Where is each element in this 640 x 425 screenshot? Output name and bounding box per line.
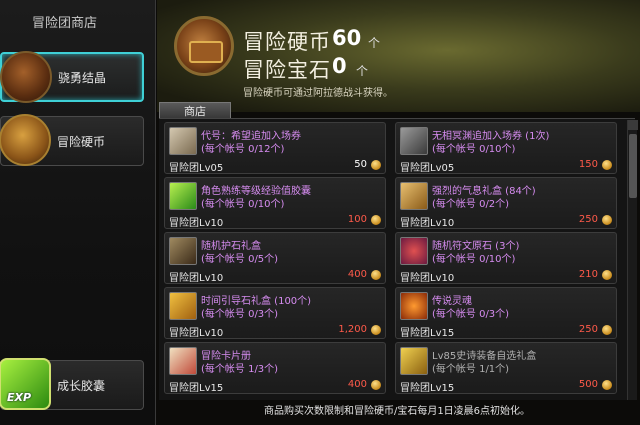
shop-item[interactable]: Lv85史诗装备自选礼盒 (每个帐号 1/1个) 冒险团Lv15 500 <box>395 342 617 394</box>
scroll-thumb[interactable] <box>629 134 637 198</box>
item-limit: (每个帐号 1/1个) <box>432 364 510 375</box>
sidebar-item-growth-capsule[interactable]: EXP 成长胶囊 <box>0 358 144 410</box>
item-price: 50 <box>354 159 367 170</box>
currency-label-coin: 冒险硬币 <box>243 30 331 54</box>
item-requirement: 冒险团Lv05 <box>400 163 455 174</box>
shop-item[interactable]: 角色熟练等级经验值胶囊 (每个帐号 0/10个) 冒险团Lv10 100 <box>164 177 386 229</box>
item-requirement: 冒险团Lv10 <box>169 218 224 229</box>
currency-label-gem: 冒险宝石 <box>243 58 331 82</box>
currency-value-coin: 60 <box>332 26 362 50</box>
sidebar-item-label: 骁勇结晶 <box>58 70 107 85</box>
shop-item[interactable]: 冒险卡片册 (每个帐号 1/3个) 冒险团Lv15 400 <box>164 342 386 394</box>
card-album-icon <box>169 347 197 375</box>
ticket-icon <box>400 127 428 155</box>
item-price: 500 <box>578 379 598 390</box>
coin-chest-icon <box>0 114 51 166</box>
crystal-icon <box>0 51 52 103</box>
currency-unit: 个 <box>356 64 369 78</box>
item-limit: (每个帐号 0/10个) <box>432 254 516 265</box>
gift-box-icon <box>400 182 428 210</box>
coin-icon <box>602 160 612 170</box>
item-limit: (每个帐号 0/12个) <box>201 144 285 155</box>
item-limit: (每个帐号 1/3个) <box>201 364 279 375</box>
item-requirement: 冒险团Lv10 <box>169 328 224 339</box>
scroll-up-arrow-icon[interactable] <box>628 120 638 130</box>
item-price: 250 <box>578 324 598 335</box>
guide-stone-icon <box>169 292 197 320</box>
item-price: 1,200 <box>338 324 367 335</box>
item-price: 100 <box>347 214 367 225</box>
coin-icon <box>371 270 381 280</box>
soul-icon <box>400 292 428 320</box>
item-limit: (每个帐号 0/2个) <box>432 199 510 210</box>
exp-capsule-icon <box>169 182 197 210</box>
item-limit: (每个帐号 0/5个) <box>201 254 279 265</box>
sidebar-item-label: 冒险硬币 <box>57 134 106 149</box>
sidebar-item-adventure-coin[interactable]: 冒险硬币 <box>0 114 144 166</box>
item-price: 400 <box>347 269 367 280</box>
coin-icon <box>602 380 612 390</box>
item-price: 250 <box>578 214 598 225</box>
currency-unit: 个 <box>368 36 381 50</box>
treasure-chest-icon <box>174 16 234 76</box>
item-requirement: 冒险团Lv15 <box>400 328 455 339</box>
coin-icon <box>602 325 612 335</box>
exp-badge: EXP <box>7 391 32 404</box>
currency-note: 冒险硬币可通过阿拉德战斗获得。 <box>243 88 393 99</box>
item-requirement: 冒险团Lv15 <box>169 383 224 394</box>
shop-item[interactable]: 传说灵魂 (每个帐号 0/3个) 冒险团Lv15 250 <box>395 287 617 339</box>
currency-value-gem: 0 <box>332 54 347 78</box>
shop-item[interactable]: 随机符文原石 (3个) (每个帐号 0/10个) 冒险团Lv10 210 <box>395 232 617 284</box>
item-limit: (每个帐号 0/3个) <box>432 309 510 320</box>
coin-icon <box>602 270 612 280</box>
scrollbar[interactable] <box>627 120 638 400</box>
coin-icon <box>371 325 381 335</box>
item-limit: (每个帐号 0/10个) <box>201 199 285 210</box>
item-requirement: 冒险团Lv10 <box>400 218 455 229</box>
sidebar: 冒险团商店 骁勇结晶 冒险硬币 EXP 成长胶囊 <box>0 0 156 425</box>
coin-icon <box>371 380 381 390</box>
coin-icon <box>371 215 381 225</box>
shop-item[interactable]: 时间引导石礼盒 (100个) (每个帐号 0/3个) 冒险团Lv10 1,200 <box>164 287 386 339</box>
item-requirement: 冒险团Lv10 <box>400 273 455 284</box>
item-requirement: 冒险团Lv05 <box>169 163 224 174</box>
item-price: 210 <box>578 269 598 280</box>
item-price: 400 <box>347 379 367 390</box>
item-limit: (每个帐号 0/3个) <box>201 309 279 320</box>
item-requirement: 冒险团Lv15 <box>400 383 455 394</box>
shop-item[interactable]: 代号：希望追加入场券 (每个帐号 0/12个) 冒险团Lv05 50 <box>164 122 386 174</box>
ticket-icon <box>169 127 197 155</box>
item-price: 150 <box>578 159 598 170</box>
stone-box-icon <box>169 237 197 265</box>
shop-item[interactable]: 强烈的气息礼盒 (84个) (每个帐号 0/2个) 冒险团Lv10 250 <box>395 177 617 229</box>
exp-capsule-icon: EXP <box>0 358 51 410</box>
item-requirement: 冒险团Lv10 <box>169 273 224 284</box>
sidebar-item-valor-crystal[interactable]: 骁勇结晶 <box>0 51 144 103</box>
coin-icon <box>602 215 612 225</box>
shop-item[interactable]: 随机护石礼盒 (每个帐号 0/5个) 冒险团Lv10 400 <box>164 232 386 284</box>
shop-item[interactable]: 无相冥渊追加入场券 (1次) (每个帐号 0/10个) 冒险团Lv05 150 <box>395 122 617 174</box>
sidebar-item-label: 成长胶囊 <box>57 378 106 393</box>
item-limit: (每个帐号 0/10个) <box>432 144 516 155</box>
epic-box-icon <box>400 347 428 375</box>
rune-stone-icon <box>400 237 428 265</box>
reset-notice: 商品购买次数限制和冒险硬币/宝石每月1日凌晨6点初始化。 <box>263 406 531 417</box>
sidebar-title: 冒险团商店 <box>32 16 98 31</box>
coin-icon <box>371 160 381 170</box>
